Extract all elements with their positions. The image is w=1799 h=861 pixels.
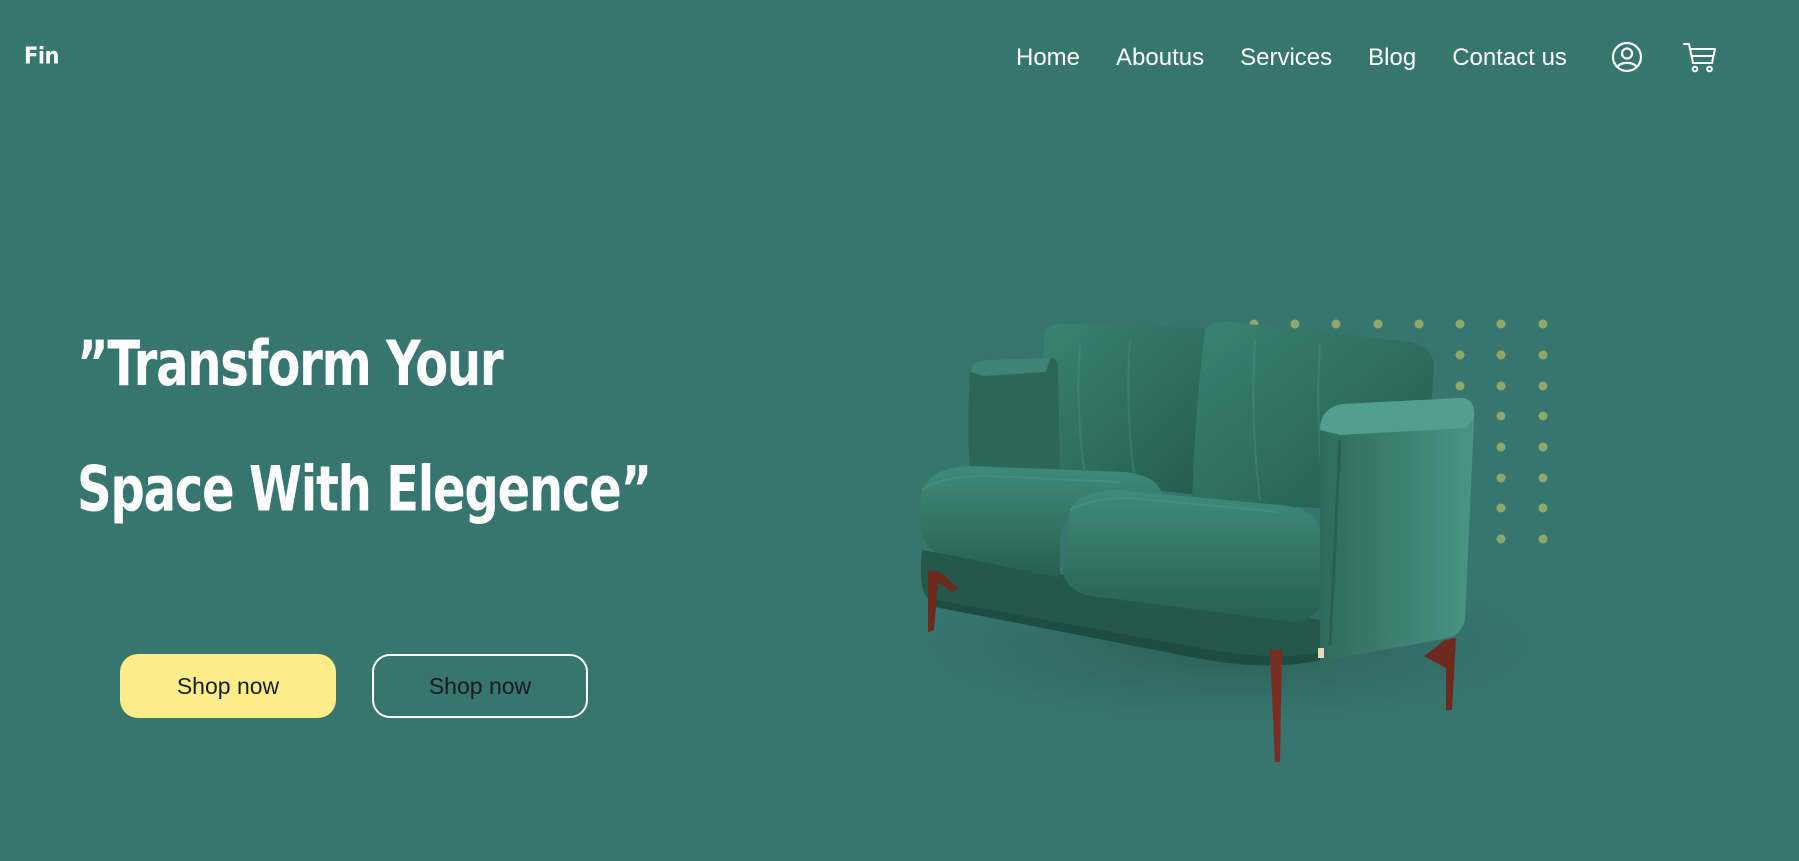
site-logo[interactable]: Fin [24,43,60,69]
hero-title: ”Transform Your Space With Elegence” [77,302,696,553]
nav-contact-us[interactable]: Contact us [1452,42,1567,74]
main-nav: Home Aboutus Services Blog Contact us [1016,42,1603,74]
cart-icon[interactable] [1682,40,1718,74]
nav-home[interactable]: Home [1016,42,1080,74]
hero-title-line-2: Space With Elegence” [77,453,652,526]
nav-services[interactable]: Services [1240,42,1332,74]
shop-now-outline-button[interactable]: Shop now [372,654,588,718]
user-icon[interactable] [1610,40,1644,74]
sofa-image [919,319,1548,762]
hero-title-line-1: ”Transform Your [77,327,504,401]
sofa-illustration [900,300,1560,780]
nav-aboutus[interactable]: Aboutus [1116,42,1204,74]
nav-blog[interactable]: Blog [1368,42,1416,74]
shop-now-button[interactable]: Shop now [120,654,336,718]
